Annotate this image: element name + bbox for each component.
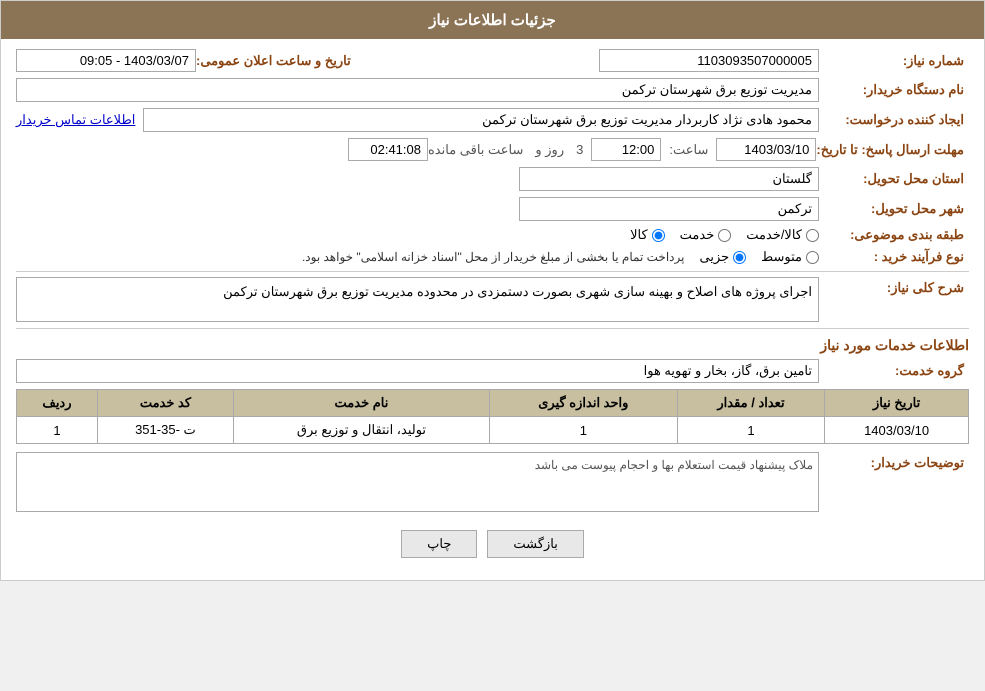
- cell-row-num: 1: [17, 417, 98, 444]
- category-row: طبقه بندی موضوعی: کالا/خدمت خدمت کالا: [16, 227, 969, 243]
- service-group-label: گروه خدمت:: [819, 363, 969, 379]
- purchase-type-option-jozii: جزیی: [699, 249, 746, 265]
- col-unit: واحد اندازه گیری: [489, 390, 677, 417]
- footer-buttons: بازگشت چاپ: [16, 518, 969, 570]
- org-name-label: نام دستگاه خریدار:: [819, 82, 969, 98]
- city-row: شهر محل تحویل: ترکمن: [16, 197, 969, 221]
- table-row: 1403/03/10 1 1 تولید، انتقال و توزیع برق…: [17, 417, 969, 444]
- need-number-label: شماره نیاز:: [819, 53, 969, 69]
- announce-date-value: 1403/03/07 - 09:05: [16, 49, 196, 72]
- city-label: شهر محل تحویل:: [819, 201, 969, 217]
- creator-row: ایجاد کننده درخواست: محمود هادی نژاد کار…: [16, 108, 969, 132]
- description-value: اجرای پروژه های اصلاح و بهینه سازی شهری …: [16, 277, 819, 322]
- cell-need-date: 1403/03/10: [825, 417, 969, 444]
- cell-quantity: 1: [677, 417, 825, 444]
- reply-days-value: 3: [576, 142, 583, 157]
- reply-deadline-row: مهلت ارسال پاسخ: تا تاریخ: 1403/03/10 سا…: [16, 138, 969, 161]
- col-service-name: نام خدمت: [233, 390, 489, 417]
- services-table-header-row: تاریخ نیاز تعداد / مقدار واحد اندازه گیر…: [17, 390, 969, 417]
- page-wrapper: جزئیات اطلاعات نیاز شماره نیاز: 11030935…: [0, 0, 985, 581]
- divider2: [16, 328, 969, 329]
- remaining-label: ساعت باقی مانده: [428, 142, 523, 158]
- buyer-notes-value: ملاک پیشنهاد قیمت استعلام بها و احجام پی…: [22, 458, 813, 472]
- cell-service-code: ت -35-351: [97, 417, 233, 444]
- back-button[interactable]: بازگشت: [487, 530, 583, 558]
- province-row: استان محل تحویل: گلستان: [16, 167, 969, 191]
- purchase-type-label: نوع فرآیند خرید :: [819, 249, 969, 265]
- category-option-khedmat-label: خدمت: [680, 227, 715, 243]
- purchase-type-radio-jozii[interactable]: [733, 251, 746, 264]
- col-need-date: تاریخ نیاز: [825, 390, 969, 417]
- remaining-time-value: 02:41:08: [348, 138, 428, 161]
- creator-value: محمود هادی نژاد کاربردار مدیریت توزیع بر…: [143, 108, 819, 132]
- buyer-notes-row: توضیحات خریدار: ملاک پیشنهاد قیمت استعلا…: [16, 452, 969, 512]
- category-radio-kala[interactable]: [652, 229, 665, 242]
- city-value: ترکمن: [519, 197, 819, 221]
- cell-unit: 1: [489, 417, 677, 444]
- page-title: جزئیات اطلاعات نیاز: [429, 12, 556, 29]
- category-radio-kala-khedmat[interactable]: [806, 229, 819, 242]
- service-group-row: گروه خدمت: تامین برق، گاز، بخار و تهویه …: [16, 359, 969, 383]
- need-number-row: شماره نیاز: 1103093507000005 تاریخ و ساع…: [16, 49, 969, 72]
- description-row: شرح کلی نیاز: اجرای پروژه های اصلاح و به…: [16, 277, 969, 322]
- print-button[interactable]: چاپ: [401, 530, 477, 558]
- services-table-head: تاریخ نیاز تعداد / مقدار واحد اندازه گیر…: [17, 390, 969, 417]
- category-label: طبقه بندی موضوعی:: [819, 227, 969, 243]
- org-name-value: مدیریت توزیع برق شهرستان ترکمن: [16, 78, 819, 102]
- services-table: تاریخ نیاز تعداد / مقدار واحد اندازه گیر…: [16, 389, 969, 444]
- content-area: شماره نیاز: 1103093507000005 تاریخ و ساع…: [1, 39, 984, 580]
- contact-link[interactable]: اطلاعات تماس خریدار: [16, 112, 135, 128]
- category-option-kala-label: کالا: [630, 227, 648, 243]
- col-row-num: ردیف: [17, 390, 98, 417]
- reply-time-value: 12:00: [591, 138, 661, 161]
- creator-label: ایجاد کننده درخواست:: [819, 112, 969, 128]
- cell-service-name: تولید، انتقال و توزیع برق: [233, 417, 489, 444]
- purchase-type-radio-motavasset[interactable]: [806, 251, 819, 264]
- page-header: جزئیات اطلاعات نیاز: [1, 1, 984, 39]
- services-table-body: 1403/03/10 1 1 تولید، انتقال و توزیع برق…: [17, 417, 969, 444]
- reply-date-value: 1403/03/10: [716, 138, 816, 161]
- province-value: گلستان: [519, 167, 819, 191]
- purchase-type-jozii-label: جزیی: [699, 249, 729, 265]
- purchase-type-note: پرداخت تمام یا بخشی از مبلغ خریدار از مح…: [302, 250, 685, 264]
- category-option-khedmat: خدمت: [680, 227, 732, 243]
- purchase-type-option-motavasset: متوسط: [761, 249, 819, 265]
- reply-days-label: روز و: [535, 142, 564, 158]
- announce-date-label: تاریخ و ساعت اعلان عمومی:: [196, 53, 356, 69]
- description-label: شرح کلی نیاز:: [819, 277, 969, 296]
- province-label: استان محل تحویل:: [819, 171, 969, 187]
- buyer-notes-label: توضیحات خریدار:: [819, 452, 969, 471]
- category-option-kala-khedmat: کالا/خدمت: [746, 227, 819, 243]
- service-group-value: تامین برق، گاز، بخار و تهویه هوا: [16, 359, 819, 383]
- divider1: [16, 271, 969, 272]
- purchase-type-row: نوع فرآیند خرید : متوسط جزیی پرداخت تمام…: [16, 249, 969, 265]
- col-quantity: تعداد / مقدار: [677, 390, 825, 417]
- reply-deadline-label: مهلت ارسال پاسخ: تا تاریخ:: [816, 142, 969, 158]
- purchase-type-motavasset-label: متوسط: [761, 249, 802, 265]
- org-name-row: نام دستگاه خریدار: مدیریت توزیع برق شهرس…: [16, 78, 969, 102]
- col-service-code: کد خدمت: [97, 390, 233, 417]
- purchase-type-radio-group: متوسط جزیی: [699, 249, 819, 265]
- category-radio-group: کالا/خدمت خدمت کالا: [630, 227, 819, 243]
- reply-time-label: ساعت:: [669, 142, 708, 158]
- category-option-kala: کالا: [630, 227, 665, 243]
- need-number-value: 1103093507000005: [599, 49, 819, 72]
- category-option-kala-khedmat-label: کالا/خدمت: [746, 227, 802, 243]
- services-info-title: اطلاعات خدمات مورد نیاز: [16, 337, 969, 354]
- category-radio-khedmat[interactable]: [718, 229, 731, 242]
- buyer-notes-box: ملاک پیشنهاد قیمت استعلام بها و احجام پی…: [16, 452, 819, 512]
